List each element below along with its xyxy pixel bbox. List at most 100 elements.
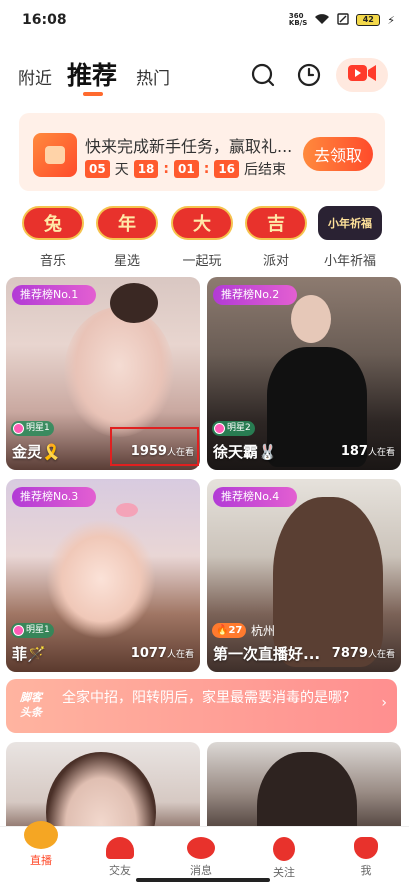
network-speed: 360 KB/S xyxy=(288,12,308,27)
viewer-number: 187 xyxy=(340,444,368,459)
category-badge: 年 xyxy=(96,206,158,240)
countdown-day-unit: 天 xyxy=(114,162,129,178)
banner-title: 快来完成新手任务，赢取礼... xyxy=(85,137,293,156)
viewer-unit: 人在看 xyxy=(166,650,194,660)
home-indicator xyxy=(136,878,270,882)
streamer-thumbnail xyxy=(291,295,331,343)
streamer-thumbnail xyxy=(273,497,383,667)
countdown-suffix: 后结束 xyxy=(244,162,287,178)
search-icon[interactable] xyxy=(250,62,276,88)
category-badge: 吉 xyxy=(245,206,307,240)
streamer-thumbnail xyxy=(64,307,174,437)
nav-friends[interactable]: 交友 xyxy=(79,827,161,878)
category-label: 一起玩 xyxy=(182,254,222,269)
nav-follow[interactable]: 关注 xyxy=(243,827,325,880)
tab-recommend[interactable]: 推荐 xyxy=(67,56,117,92)
viewer-count: 1077人在看 xyxy=(131,646,194,661)
countdown-separator: : xyxy=(203,161,210,177)
fan-icon xyxy=(106,837,134,859)
city-label: 杭州 xyxy=(251,624,276,638)
rank-badge: 推荐榜No.2 xyxy=(213,285,298,305)
highlight-box xyxy=(110,427,199,466)
headline-tag: 脚客 头条 xyxy=(20,691,42,719)
level-badge: 明星1 xyxy=(11,421,54,436)
level-text: 明星1 xyxy=(26,625,50,635)
countdown-separator: : xyxy=(163,161,170,177)
bottom-nav: 直播 交友 消息 关注 我 xyxy=(0,821,409,886)
category-party[interactable]: 吉 派对 xyxy=(242,206,310,269)
category-star-pick[interactable]: 年 星选 xyxy=(93,206,161,269)
level-text: 明星2 xyxy=(227,423,251,433)
drum-icon xyxy=(187,837,215,859)
top-nav: 附近 推荐 热门 xyxy=(0,52,409,98)
streamer-thumbnail xyxy=(46,519,156,639)
countdown-days: 05 xyxy=(85,160,110,178)
category-label: 音乐 xyxy=(39,254,66,269)
sim-icon xyxy=(337,12,349,28)
hot-badge: 🔥27 xyxy=(212,623,247,638)
category-label: 小年祈福 xyxy=(323,254,376,269)
category-new-year-blessing[interactable]: 小年祈福 小年祈福 xyxy=(316,206,384,269)
nav-label: 直播 xyxy=(30,854,52,867)
gift-box-icon xyxy=(33,133,77,177)
wifi-icon xyxy=(314,13,330,28)
stream-card[interactable]: 推荐榜No.4 🔥27 杭州 第一次直播好... 7879人在看 xyxy=(207,479,401,672)
streamer-name: 金灵🎗️ xyxy=(12,443,61,461)
battery-icon: 42 xyxy=(356,14,381,26)
task-banner[interactable]: 快来完成新手任务，赢取礼... 05 天 18 : 01 : 16 后结束 去领… xyxy=(19,113,385,191)
nav-label: 消息 xyxy=(190,864,212,877)
headline-text: 全家中招，阳转阴后，家里最需要消毒的是哪？ xyxy=(62,690,356,706)
category-row: 兔 音乐 年 星选 大 一起玩 吉 派对 小年祈福 小年祈福 xyxy=(0,206,409,269)
nav-me[interactable]: 我 xyxy=(325,827,407,878)
level-text: 明星1 xyxy=(26,423,50,433)
viewer-count: 187人在看 xyxy=(341,444,395,459)
tab-hot[interactable]: 热门 xyxy=(136,64,170,89)
level-gem-icon xyxy=(214,423,225,434)
level-gem-icon xyxy=(13,625,24,636)
nav-messages[interactable]: 消息 xyxy=(160,827,242,878)
countdown: 05 天 18 : 01 : 16 后结束 xyxy=(85,159,286,179)
tab-nearby[interactable]: 附近 xyxy=(18,64,52,89)
category-label: 派对 xyxy=(262,254,289,269)
nav-live[interactable]: 直播 xyxy=(0,821,82,868)
level-badge: 明星1 xyxy=(11,623,54,638)
history-icon[interactable] xyxy=(296,62,322,88)
category-badge: 兔 xyxy=(22,206,84,240)
rank-badge: 推荐榜No.3 xyxy=(12,487,97,507)
chevron-right-icon: › xyxy=(381,695,387,711)
category-badge: 大 xyxy=(171,206,233,240)
viewer-number: 1077 xyxy=(130,646,167,661)
rank-badge: 推荐榜No.4 xyxy=(213,487,298,507)
live-camera-icon xyxy=(347,63,377,87)
charging-icon: ⚡ xyxy=(387,13,395,27)
lantern-icon xyxy=(273,837,295,861)
viewer-unit: 人在看 xyxy=(367,650,395,660)
hair-bow xyxy=(116,503,138,517)
go-live-button[interactable] xyxy=(336,58,388,92)
viewer-number: 7879 xyxy=(331,646,368,661)
stream-card[interactable]: 推荐榜No.3 明星1 菲🪄 1077人在看 xyxy=(6,479,200,672)
headline-banner[interactable]: 脚客 头条 全家中招，阳转阴后，家里最需要消毒的是哪？ › xyxy=(6,679,397,733)
lucky-bag-icon xyxy=(354,837,378,859)
category-badge: 小年祈福 xyxy=(318,206,382,240)
active-tab-indicator xyxy=(83,92,103,96)
status-bar: 16:08 360 KB/S 42 ⚡ xyxy=(0,0,409,40)
lion-dance-icon xyxy=(24,821,58,849)
streamer-name: 徐天霸🐰 xyxy=(213,443,277,461)
countdown-seconds: 16 xyxy=(214,160,240,178)
level-badge: 明星2 xyxy=(212,421,255,436)
hair-bun xyxy=(110,283,158,323)
streamer-name: 菲🪄 xyxy=(12,645,46,663)
countdown-minutes: 01 xyxy=(174,160,199,178)
streamer-name: 第一次直播好... xyxy=(213,645,321,663)
category-music[interactable]: 兔 音乐 xyxy=(19,206,87,269)
flame-icon: 🔥 xyxy=(216,625,229,636)
hot-value: 27 xyxy=(228,625,243,636)
stream-card[interactable]: 推荐榜No.2 明星2 徐天霸🐰 187人在看 xyxy=(207,277,401,470)
status-time: 16:08 xyxy=(22,12,67,28)
nav-label: 交友 xyxy=(109,864,131,877)
category-play-together[interactable]: 大 一起玩 xyxy=(168,206,236,269)
status-icons: 360 KB/S 42 ⚡ xyxy=(289,13,395,28)
rank-badge: 推荐榜No.1 xyxy=(12,285,97,305)
claim-button[interactable]: 去领取 xyxy=(303,137,373,171)
